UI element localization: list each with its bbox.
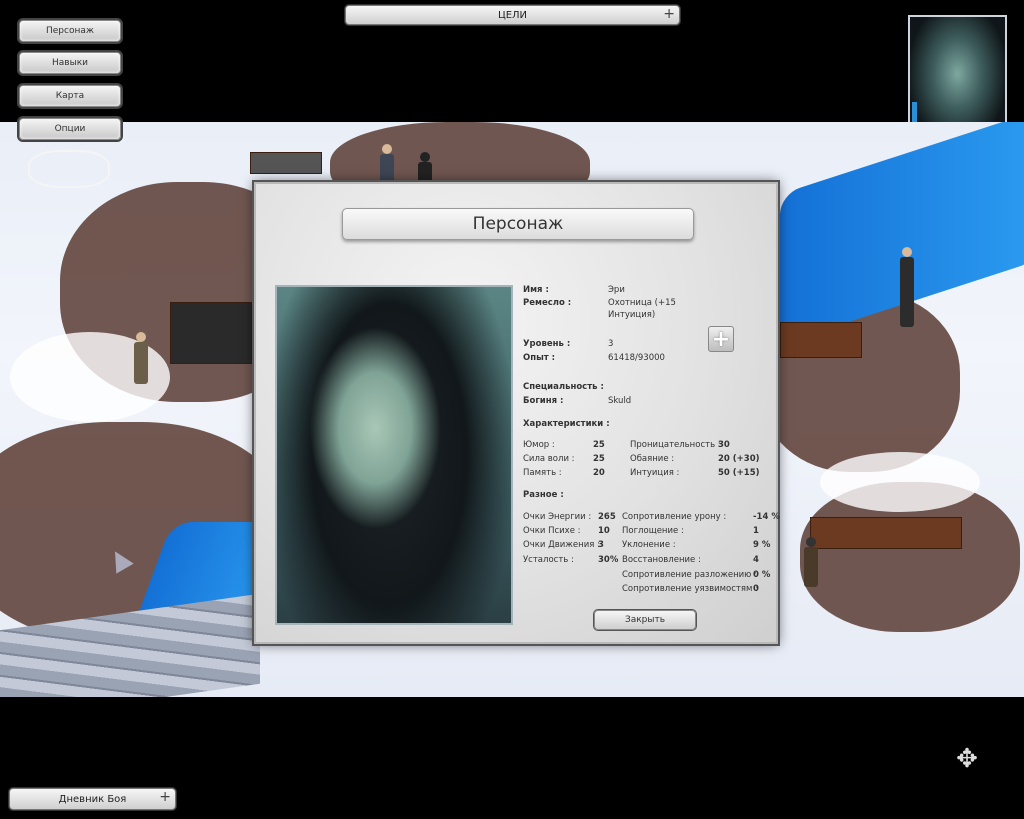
misc-absorb-label: Поглощение : [622,526,684,536]
four-arrows-move-icon[interactable]: ✥ [954,746,980,772]
misc-vuln-res-value: 0 [753,584,759,594]
misc-energy-label: Очки Энергии : [523,512,592,522]
combat-log-bar[interactable]: Дневник Боя + [9,788,176,810]
misc-damage-res-label: Сопротивление урону : [622,512,727,522]
misc-psyche-value: 10 [598,526,610,536]
goddess-value: Skuld [608,396,632,406]
menu-skills-label: Навыки [52,58,88,68]
combat-log-label: Дневник Боя [58,793,127,805]
npc-villager[interactable] [134,332,148,384]
level-value: 3 [608,339,614,349]
close-button[interactable]: Закрыть [594,610,696,630]
character-portrait [275,285,513,625]
stat-memory-label: Память : [523,468,562,478]
ornament-emblem [28,150,110,188]
goals-bar[interactable]: ЦЕЛИ + [345,5,680,25]
character-dialog: Персонаж + Имя : Эри Ремесло : Охотница … [254,182,780,644]
menu-character-label: Персонаж [46,26,94,36]
misc-damage-res-value: -14 % [753,512,780,522]
spec-label: Специальность : [523,382,604,392]
level-up-plus-icon[interactable]: + [708,326,734,352]
misc-absorb-value: 1 [753,526,759,536]
goals-plus-icon[interactable]: + [663,7,675,21]
menu-options-button[interactable]: Опции [19,118,121,140]
snow-patch [820,452,980,512]
stat-charm-value: 20 (+30) [718,454,760,464]
pots[interactable] [250,152,322,174]
npc-villager[interactable] [380,144,394,184]
stat-insight-value: 30 [718,440,730,450]
misc-fatigue-label: Усталость : [523,555,574,565]
misc-fatigue-value: 30% [598,555,619,565]
stat-memory-value: 20 [593,468,605,478]
misc-vuln-res-label: Сопротивление уязвимостям : [622,584,758,594]
stat-humor-value: 25 [593,440,605,450]
stat-humor-label: Юмор : [523,440,555,450]
market-stall[interactable] [780,322,862,358]
npc-villager[interactable] [900,247,914,327]
goals-label: ЦЕЛИ [497,9,528,21]
close-button-label: Закрыть [624,615,666,625]
menu-map-button[interactable]: Карта [19,85,121,107]
goddess-label: Богиня : [523,396,564,406]
name-label: Имя : [523,285,549,295]
misc-decay-res-value: 0 % [753,570,771,580]
menu-options-label: Опции [54,124,86,134]
misc-psyche-label: Очки Психе : [523,526,581,536]
misc-decay-res-label: Сопротивление разложению : [622,570,757,580]
stats-header: Характеристики : [523,419,610,429]
misc-header: Разное : [523,490,564,500]
stat-will-value: 25 [593,454,605,464]
tool-rack[interactable] [170,302,252,364]
menu-map-label: Карта [55,91,85,101]
misc-move-value: 3 [598,540,604,550]
dialog-title: Персонаж [342,208,694,240]
misc-evasion-label: Уклонение : [622,540,676,550]
market-stall[interactable] [810,517,962,549]
stat-intuition-label: Интуиция : [630,468,680,478]
craft-label: Ремесло : [523,298,572,308]
exp-value: 61418/93000 [608,353,665,363]
stat-intuition-value: 50 (+15) [718,468,760,478]
misc-evasion-value: 9 % [753,540,771,550]
menu-character-button[interactable]: Персонаж [19,20,121,42]
misc-energy-value: 265 [598,512,616,522]
name-value: Эри [608,285,625,295]
misc-recovery-value: 4 [753,555,759,565]
craft-value-line1: Охотница (+15 [608,298,676,308]
stat-insight-label: Проницательность : [630,440,721,450]
menu-skills-button[interactable]: Навыки [19,52,121,74]
combat-log-plus-icon[interactable]: + [159,790,171,804]
npc-villager[interactable] [418,152,432,186]
exp-label: Опыт : [523,353,556,363]
misc-move-label: Очки Движения : [523,540,600,550]
stat-charm-label: Обаяние : [630,454,675,464]
stat-will-label: Сила воли : [523,454,575,464]
misc-recovery-label: Восстановление : [622,555,701,565]
craft-value-line2: Интуиция) [608,310,656,320]
level-label: Уровень : [523,339,571,349]
npc-villager[interactable] [804,537,818,587]
